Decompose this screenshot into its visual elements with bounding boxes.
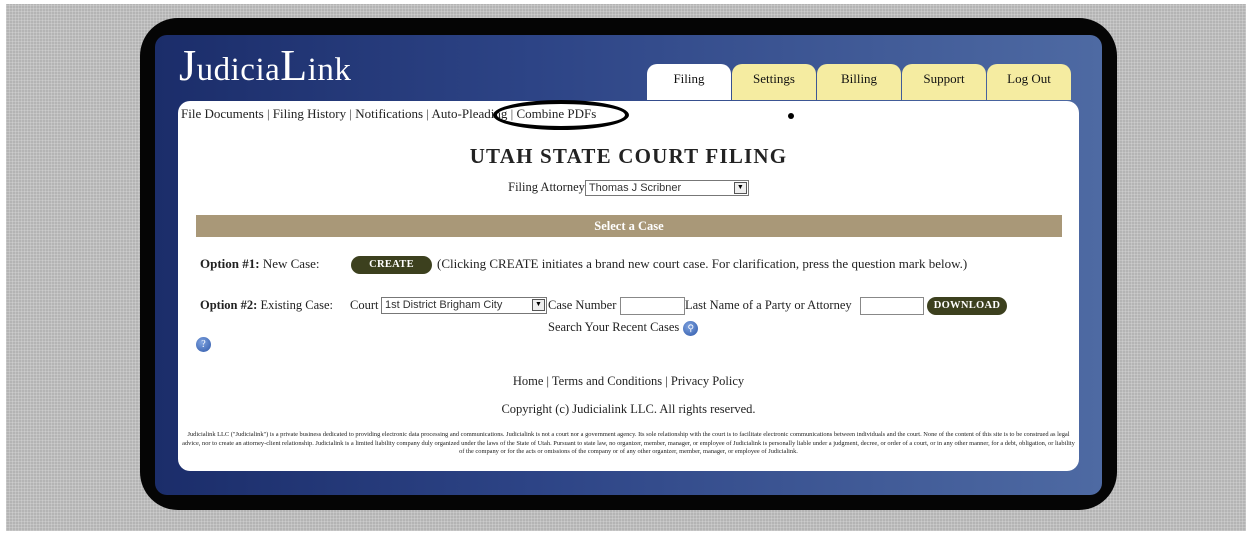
separator: | [426,106,429,121]
tab-logout[interactable]: Log Out [987,64,1071,100]
tab-settings[interactable]: Settings [732,64,816,100]
option1-text: New Case: [262,256,320,271]
recent-cases-row: Search Your Recent Cases ⚲ [548,320,699,336]
footer-link-privacy[interactable]: Privacy Policy [671,374,744,388]
create-button[interactable]: CREATE [351,256,432,274]
filing-attorney-select[interactable]: Thomas J Scribner ▼ [584,180,749,197]
court-select[interactable]: 1st District Brigham City ▼ [381,297,547,314]
subnav-filing-history[interactable]: Filing History [273,106,346,121]
court-label: Court [350,298,379,312]
option1-description: (Clicking CREATE initiates a brand new c… [437,256,968,271]
separator: | [665,374,668,388]
option1-label: Option #1: New Case: [200,256,320,272]
question-icon[interactable]: ? [196,337,211,352]
last-name-label: Last Name of a Party or Attorney [685,298,852,312]
court-value: 1st District Brigham City [385,299,503,311]
option2-number: Option #2: [200,298,258,312]
magnifier-icon[interactable]: ⚲ [683,320,699,336]
filing-attorney-value: Thomas J Scribner [588,182,682,195]
chevron-down-icon: ▼ [733,182,747,195]
separator: | [349,106,352,121]
tab-filing[interactable]: Filing [647,64,731,100]
footer-link-home[interactable]: Home [513,374,544,388]
option2-label: Option #2: Existing Case: [200,298,333,313]
chevron-down-icon: ▼ [532,299,545,311]
subnav-notifications[interactable]: Notifications [355,106,423,121]
select-case-header: Select a Case [196,215,1062,237]
recent-cases-label: Search Your Recent Cases [548,320,680,334]
download-button[interactable]: DOWNLOAD [927,297,1007,315]
last-name-input[interactable] [860,297,924,315]
separator: | [266,106,270,121]
logo: JudiciaLink [179,41,352,90]
filing-attorney-row: Filing Attorney Thomas J Scribner ▼ [178,180,1079,197]
case-number-label: Case Number [548,298,617,312]
subnav-file-documents[interactable]: File Documents [181,106,264,121]
tab-support[interactable]: Support [902,64,986,100]
option2-text: Existing Case: [260,298,334,312]
footer-links: Home | Terms and Conditions | Privacy Po… [178,374,1079,389]
highlight-ellipse [493,100,629,130]
tab-billing[interactable]: Billing [817,64,901,100]
case-number-input[interactable] [620,297,685,315]
footer-link-terms[interactable]: Terms and Conditions [552,374,662,388]
page-title: UTAH STATE COURT FILING [469,144,788,168]
cursor-dot [788,113,794,119]
separator: | [546,374,550,388]
copyright: Copyright (c) Judicialink LLC. All right… [501,402,756,416]
legal-disclaimer: Judicialink LLC ("Judicialink") is a pri… [182,431,1075,456]
filing-attorney-label: Filing Attorney [508,180,585,194]
option1-number: Option #1: [200,256,260,271]
